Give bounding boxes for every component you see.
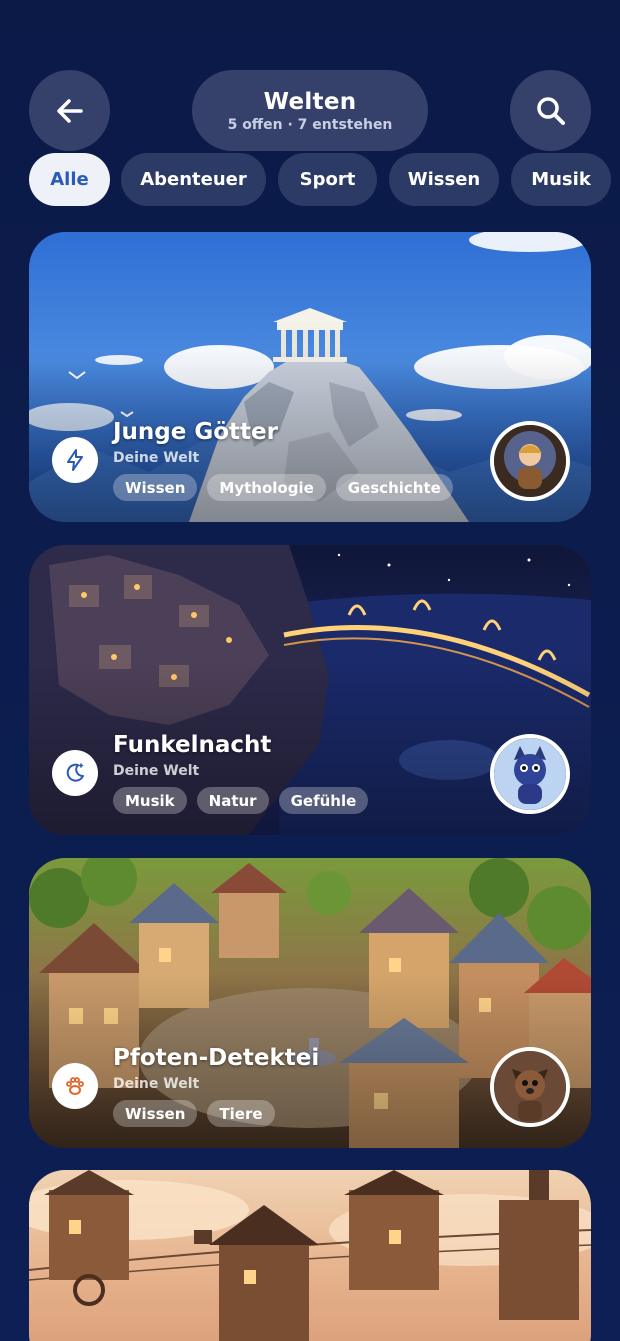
world-avatar [490, 734, 570, 814]
world-title: Junge Götter [113, 419, 278, 445]
search-button[interactable] [510, 70, 591, 151]
page-title: Welten [263, 88, 357, 115]
world-tag: Musik [113, 787, 187, 814]
world-card-funkelnacht[interactable]: Funkelnacht Deine Welt Musik Natur Gefüh… [29, 545, 591, 835]
world-title: Pfoten-Detektei [113, 1045, 320, 1071]
world-tag: Wissen [113, 1100, 198, 1127]
moon-stars-icon [52, 750, 98, 796]
world-tag: Gefühle [278, 787, 369, 814]
world-card-partial[interactable] [29, 1170, 591, 1341]
world-subtitle: Deine Welt [113, 450, 200, 466]
arrow-left-icon [56, 98, 83, 123]
world-card-pfoten-detektei[interactable]: Pfoten-Detektei Deine Welt Wissen Tiere [29, 858, 591, 1148]
back-button[interactable] [29, 70, 110, 151]
filter-chip-sport[interactable]: Sport [278, 153, 377, 206]
world-avatar [490, 421, 570, 501]
world-title: Funkelnacht [113, 732, 272, 758]
filter-chip-bar: Alle Abenteuer Sport Wissen Musik [29, 153, 620, 206]
world-tag: Tiere [207, 1100, 275, 1127]
search-icon [536, 96, 565, 125]
page-title-pill: Welten 5 offen · 7 entstehen [192, 70, 428, 151]
filter-chip-abenteuer[interactable]: Abenteuer [121, 153, 266, 206]
world-card-image [29, 1170, 591, 1341]
world-subtitle: Deine Welt [113, 763, 200, 779]
filter-chip-wissen[interactable]: Wissen [389, 153, 499, 206]
world-subtitle: Deine Welt [113, 1076, 200, 1092]
world-tag: Mythologie [207, 474, 326, 501]
world-tag: Wissen [113, 474, 198, 501]
world-avatar [490, 1047, 570, 1127]
world-tags: Musik Natur Gefühle [113, 787, 369, 814]
paw-icon [52, 1063, 98, 1109]
world-tag: Natur [196, 787, 269, 814]
page-subtitle: 5 offen · 7 entstehen [227, 116, 393, 133]
world-tag: Geschichte [335, 474, 453, 501]
world-tags: Wissen Mythologie Geschichte [113, 474, 453, 501]
world-tags: Wissen Tiere [113, 1100, 275, 1127]
world-card-junge-goetter[interactable]: Junge Götter Deine Welt Wissen Mythologi… [29, 232, 591, 522]
lightning-icon [52, 437, 98, 483]
filter-chip-musik[interactable]: Musik [511, 153, 611, 206]
filter-chip-alle[interactable]: Alle [29, 153, 110, 206]
